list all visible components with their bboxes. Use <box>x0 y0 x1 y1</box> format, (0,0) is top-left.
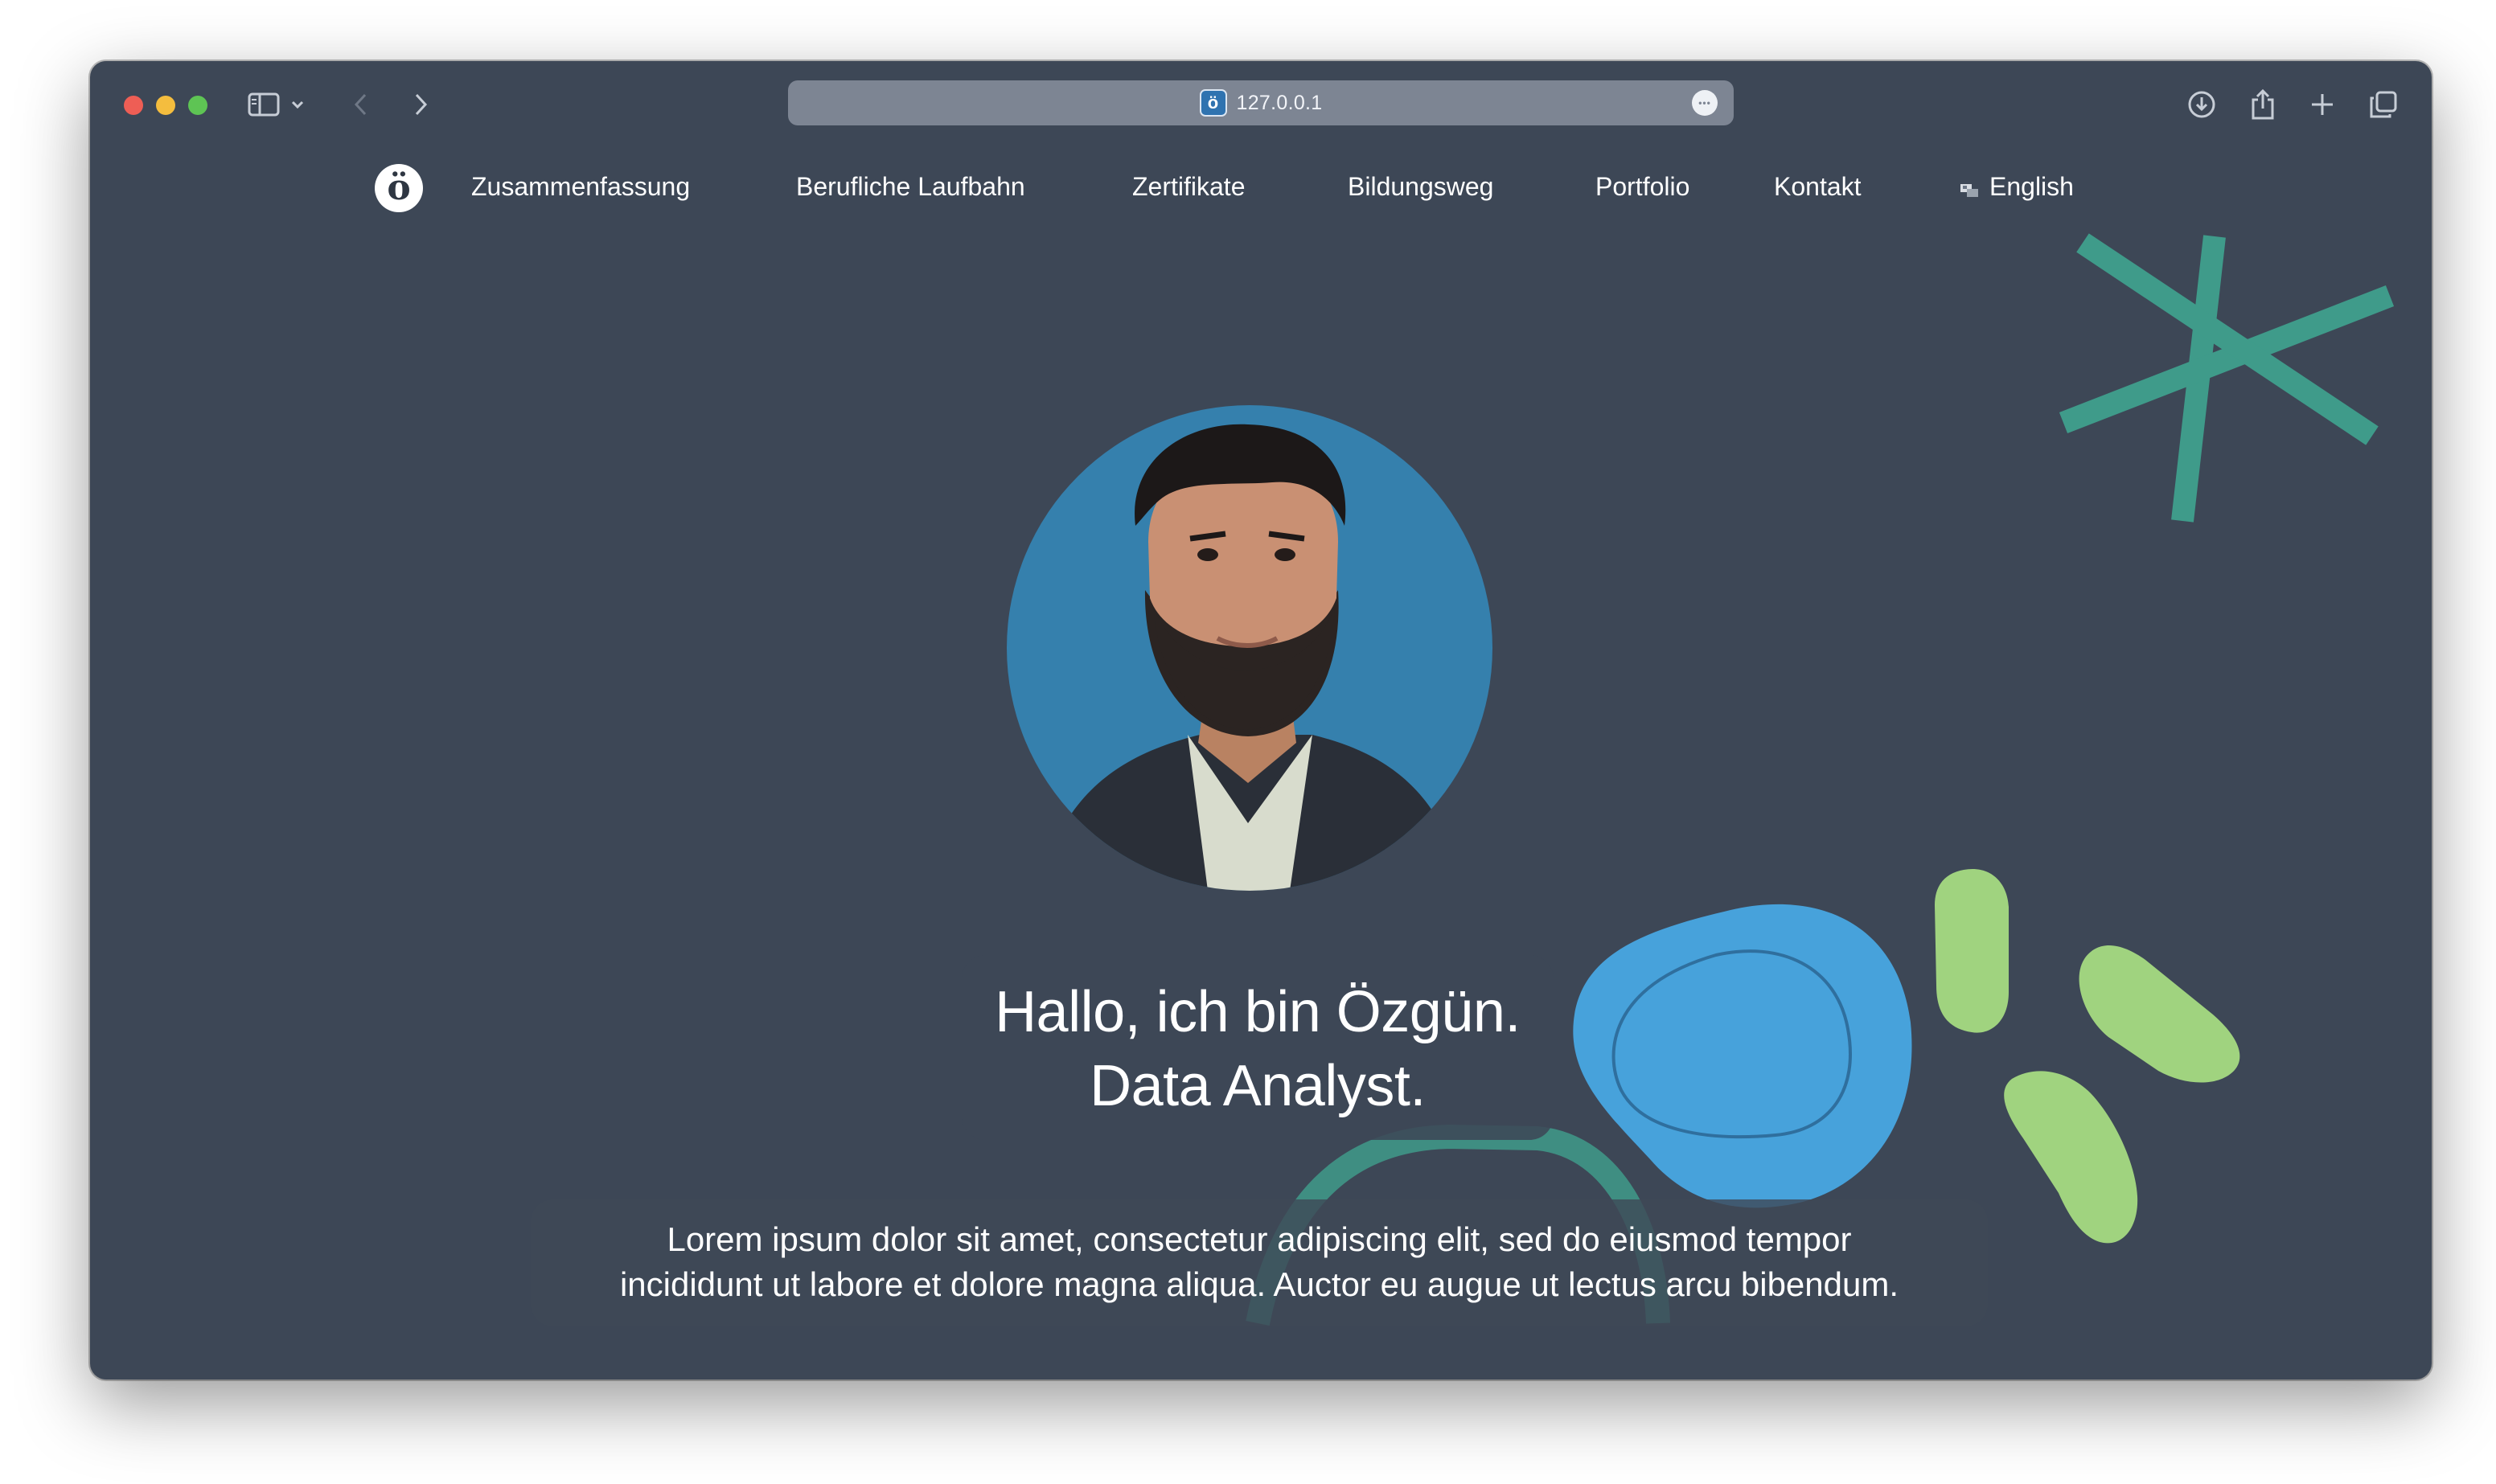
nav-link-kontakt[interactable]: Kontakt <box>1774 172 1862 202</box>
hero-description-card: Lorem ipsum dolor sit amet, consectetur … <box>531 1199 1988 1326</box>
address-text[interactable]: 127.0.0.1 <box>1237 92 1323 115</box>
teal-asterisk-decoration <box>2059 233 2395 523</box>
page-menu-button[interactable]: ••• <box>1692 90 1718 116</box>
close-window-button[interactable] <box>124 96 143 115</box>
profile-photo <box>1007 405 1492 891</box>
language-label: English <box>1989 172 2074 201</box>
browser-toolbar: ö 127.0.0.1 ••• <box>90 61 2432 141</box>
share-icon[interactable] <box>2239 80 2287 129</box>
sidebar-toggle-icon[interactable] <box>240 80 288 129</box>
hero-description-line2: incididunt ut labore et dolore magna ali… <box>619 1265 1899 1303</box>
forward-icon[interactable] <box>400 80 441 129</box>
person-portrait-icon <box>1039 424 1465 891</box>
hero-title-line1: Hallo, ich bin Özgün. <box>995 980 1521 1044</box>
back-icon[interactable] <box>341 80 381 129</box>
hero-title-card: Hallo, ich bin Özgün. Data Analyst. <box>962 955 1554 1140</box>
site-logo[interactable]: ö <box>375 164 423 212</box>
download-icon[interactable] <box>2178 80 2226 129</box>
minimize-window-button[interactable] <box>156 96 175 115</box>
hero-title-line2: Data Analyst. <box>1090 1054 1426 1118</box>
new-tab-icon[interactable] <box>2298 80 2346 129</box>
tab-overview-icon[interactable] <box>2359 80 2408 129</box>
address-bar[interactable]: ö 127.0.0.1 ••• <box>788 80 1734 125</box>
chevron-down-icon[interactable] <box>281 80 314 129</box>
language-flag-icon <box>1959 177 1980 198</box>
nav-link-zertifikate[interactable]: Zertifikate <box>1132 172 1245 202</box>
nav-link-bildungsweg[interactable]: Bildungsweg <box>1348 172 1493 202</box>
nav-link-zusammenfassung[interactable]: Zusammenfassung <box>471 172 690 202</box>
site-favicon-icon: ö <box>1199 89 1227 117</box>
hero-description-line1: Lorem ipsum dolor sit amet, consectetur … <box>667 1220 1852 1258</box>
nav-link-portfolio[interactable]: Portfolio <box>1595 172 1689 202</box>
more-icon: ••• <box>1698 97 1711 109</box>
green-pills-decoration <box>1935 868 2240 1244</box>
language-switcher[interactable]: English <box>1959 172 2074 202</box>
browser-window: ö 127.0.0.1 ••• ö Zusammenfassung Berufl… <box>90 61 2432 1379</box>
zoom-window-button[interactable] <box>188 96 207 115</box>
nav-link-berufliche-laufbahn[interactable]: Berufliche Laufbahn <box>796 172 1025 202</box>
